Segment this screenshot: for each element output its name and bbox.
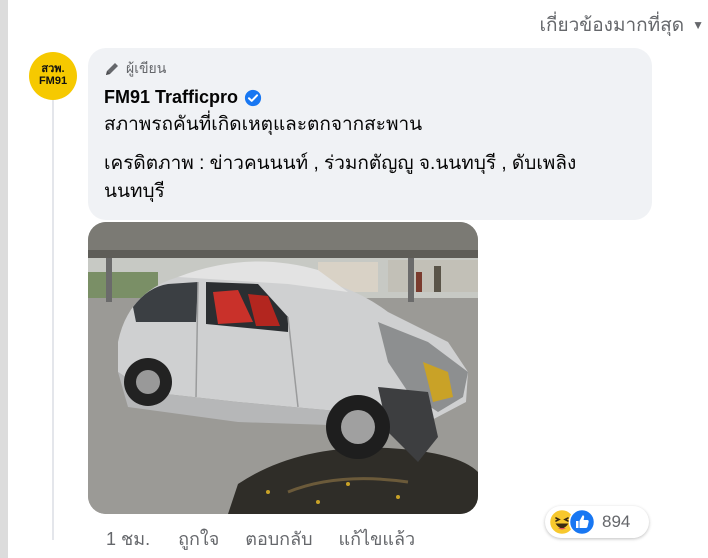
role-label: ผู้เขียน [126,60,167,76]
sort-label: เกี่ยวข้องมากที่สุด [539,15,685,36]
comment-bubble: ผู้เขียน FM91 Trafficpro สภาพรถคันที่เกิ… [88,48,652,220]
avatar-text-line2: FM91 [38,75,68,87]
verified-badge-icon [244,89,262,106]
pencil-icon [106,63,118,75]
author-badge: ผู้เขียน [104,58,636,80]
author-name[interactable]: FM91 Trafficpro [104,87,238,108]
edited-label[interactable]: แก้ไขแล้ว [339,524,416,553]
reply-link[interactable]: ตอบกลับ [245,524,312,553]
crashed-car-photo [88,222,478,514]
comment-text-line1: สภาพรถคันที่เกิดเหตุและตกจากสะพาน [104,114,423,135]
comment-photo[interactable] [88,222,478,514]
comment-text-line2: เครดิตภาพ : ข่าวคนนนท์ , ร่วมกตัญญู จ.นน… [104,153,577,202]
reactions-summary[interactable]: 894 [545,506,649,538]
reaction-count: 894 [602,512,631,531]
left-edge-strip [0,0,8,558]
sort-dropdown[interactable]: เกี่ยวข้องมากที่สุด ▼ [539,10,704,40]
like-link[interactable]: ถูกใจ [178,524,219,553]
comment-timestamp[interactable]: 1 ชม. [106,524,150,553]
like-icon [568,508,596,536]
chevron-down-icon: ▼ [692,18,704,32]
comment-actions: 1 ชม. ถูกใจ ตอบกลับ แก้ไขแล้ว [106,524,441,553]
thread-line [52,100,54,540]
avatar[interactable]: สวพ. FM91 [29,52,77,100]
